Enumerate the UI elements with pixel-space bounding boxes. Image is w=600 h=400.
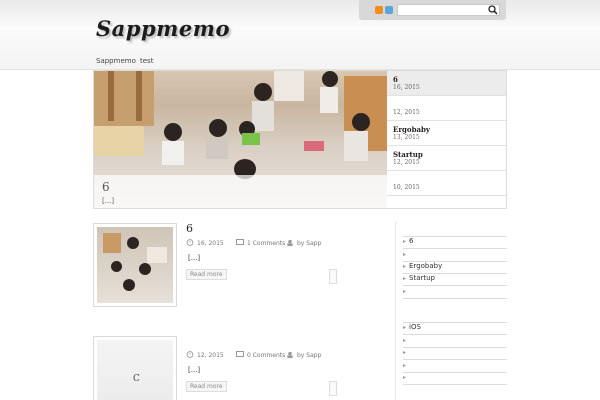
clock-icon [186, 351, 194, 358]
nav-item-home[interactable]: Sappmemo [96, 57, 136, 65]
bullet-icon: ▸ [403, 337, 407, 344]
slide-list-item[interactable]: 10, 2015 [387, 171, 506, 196]
post-title[interactable]: 6 [186, 222, 193, 235]
slide-caption-title[interactable]: 6 [102, 180, 110, 194]
site-logo[interactable]: Sappmemo [96, 16, 230, 41]
sidebar-divider [395, 222, 396, 400]
slide-list-item[interactable]: 6 16, 2015 [387, 71, 506, 96]
bullet-icon: ▸ [403, 374, 407, 381]
main-nav: Sappmemo test [0, 55, 600, 70]
read-more-button[interactable]: Read more [186, 381, 227, 392]
slide-list-title: Startup [393, 150, 423, 159]
slide-list-item[interactable]: Ergobaby 13, 2015 [387, 121, 506, 146]
sidebar-link[interactable]: ▸ [403, 336, 507, 348]
post-excerpt: [...] [188, 254, 201, 262]
slide-list-date: 12, 2015 [393, 109, 420, 116]
post-excerpt: [...] [188, 366, 201, 374]
sidebar-link[interactable]: ▸ 6 [403, 237, 507, 249]
slide-caption: 6 [...] [94, 175, 387, 208]
post-side-tab[interactable] [329, 381, 337, 396]
bullet-icon: ▸ [403, 324, 407, 331]
sidebar-link-label: Startup [409, 274, 435, 282]
post-thumb-letter: C [133, 374, 140, 384]
post-comments[interactable]: 1 Comments [247, 240, 285, 247]
post-author[interactable]: by Sapp [297, 240, 321, 247]
featured-slider: 6 [...] 6 16, 2015 12, 2015 Ergobaby 13,… [93, 70, 507, 209]
post-thumbnail[interactable] [93, 223, 177, 307]
bullet-icon: ▸ [403, 362, 407, 369]
post-author[interactable]: by Sapp [297, 352, 321, 359]
sidebar-link-label: iOS [409, 323, 421, 331]
search-icon[interactable] [488, 5, 498, 15]
post-date: 12, 2015 [197, 352, 224, 359]
bullet-icon: ▸ [403, 263, 407, 270]
slide-list-item[interactable]: 12, 2015 [387, 96, 506, 121]
bullet-icon: ▸ [403, 238, 407, 245]
slide-list-title: Ergobaby [393, 125, 430, 134]
author-icon [287, 351, 293, 358]
slide-caption-text: [...] [102, 197, 115, 205]
slide-list-item[interactable]: Startup 12, 2015 [387, 146, 506, 171]
nav-item-test[interactable]: test [140, 57, 153, 65]
post-thumbnail[interactable]: C [93, 336, 177, 400]
sidebar-link[interactable]: ▸ [403, 250, 507, 262]
slide-list-title: 6 [393, 75, 398, 84]
clock-icon [186, 239, 194, 246]
sidebar-link[interactable]: ▸ iOS [403, 323, 507, 335]
post-date: 16, 2015 [197, 240, 224, 247]
slide-list: 6 16, 2015 12, 2015 Ergobaby 13, 2015 St… [387, 71, 506, 208]
post-side-tab[interactable] [329, 269, 337, 284]
sidebar-link[interactable]: ▸ Startup [403, 274, 507, 286]
sidebar-link[interactable]: ▸ Ergobaby [403, 262, 507, 274]
comment-icon [236, 351, 244, 357]
author-icon [287, 239, 293, 246]
bullet-icon: ▸ [403, 288, 407, 295]
slide-list-date: 13, 2015 [393, 134, 420, 141]
slide-list-date: 10, 2015 [393, 184, 420, 191]
comment-icon [236, 239, 244, 245]
post-comments[interactable]: 0 Comments [247, 352, 285, 359]
bullet-icon: ▸ [403, 275, 407, 282]
search-input[interactable] [397, 4, 500, 16]
sidebar-link[interactable]: ▸ [403, 348, 507, 360]
rss-icon[interactable] [375, 6, 383, 14]
sidebar-link[interactable]: ▸ [403, 373, 507, 385]
bullet-icon: ▸ [403, 251, 407, 258]
sidebar-link[interactable]: ▸ [403, 287, 507, 299]
bullet-icon: ▸ [403, 349, 407, 356]
twitter-icon[interactable] [385, 6, 393, 14]
sidebar-link-label: 6 [409, 237, 414, 245]
sidebar-link-label: Ergobaby [409, 262, 443, 270]
sidebar-link[interactable]: ▸ [403, 361, 507, 373]
read-more-button[interactable]: Read more [186, 269, 227, 280]
slide-list-date: 16, 2015 [393, 84, 420, 91]
slide-list-date: 12, 2015 [393, 159, 420, 166]
